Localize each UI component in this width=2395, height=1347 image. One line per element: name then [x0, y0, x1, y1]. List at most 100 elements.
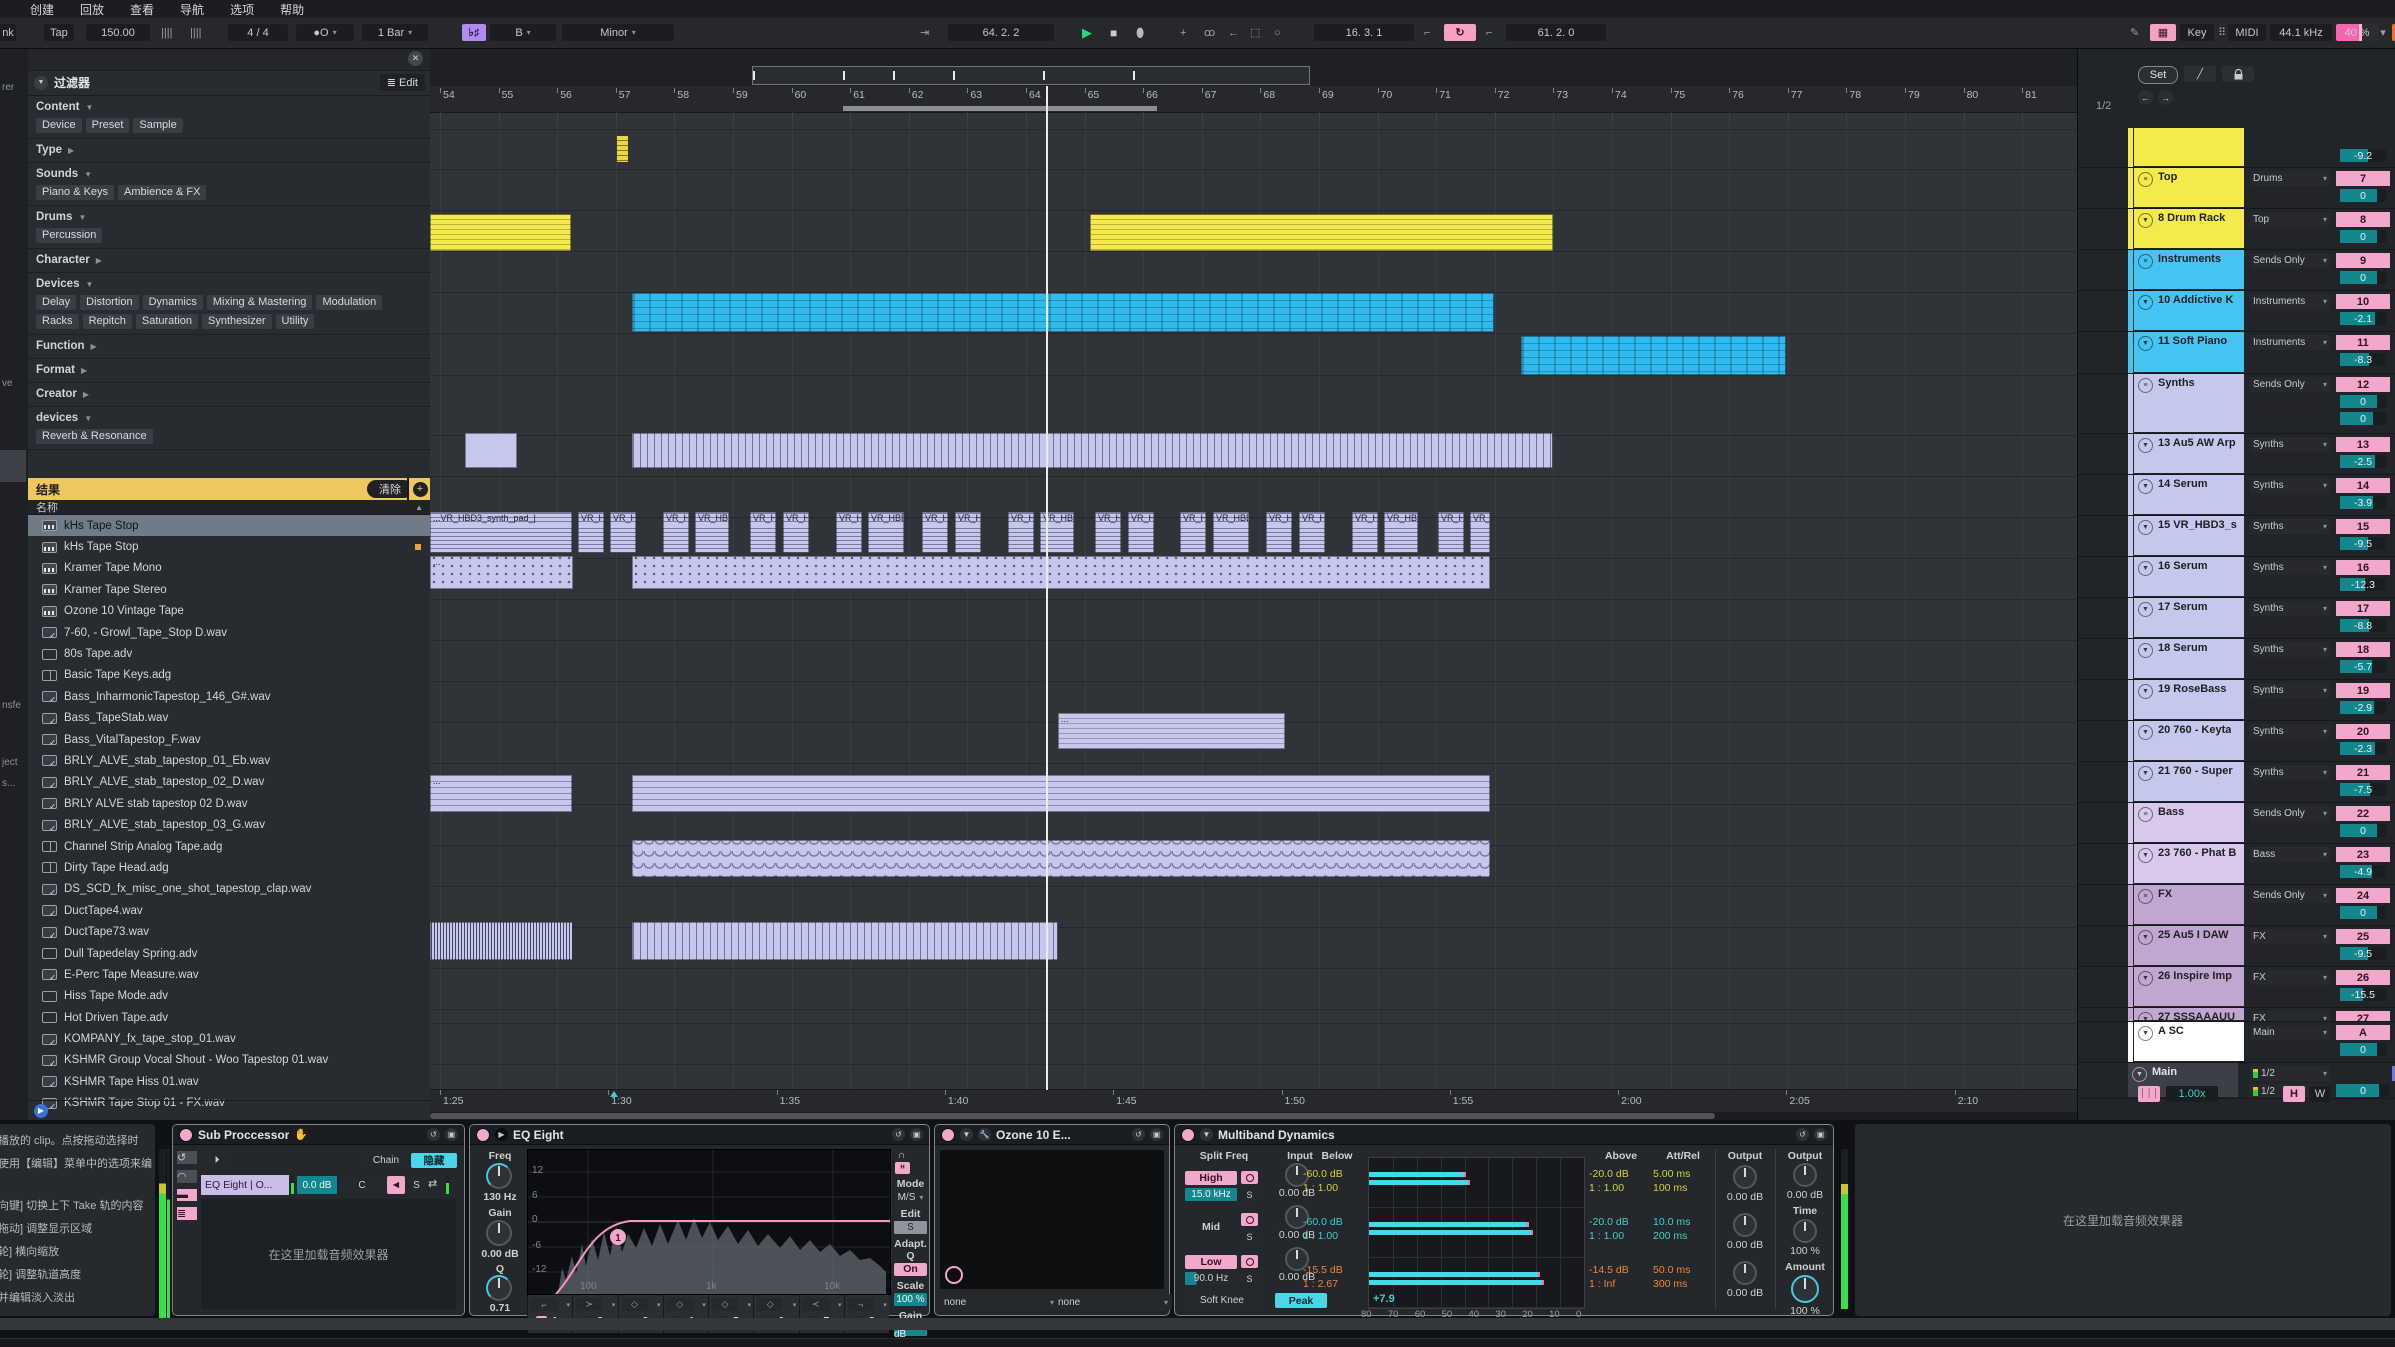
loop-region[interactable] — [843, 106, 1157, 111]
track-row[interactable]: ▼25 Au5 I DAWFX▾25-9.5 — [2078, 926, 2395, 967]
arrangement-clip[interactable]: VR_H — [610, 512, 636, 553]
track-row[interactable]: ▼27 SSSAAAUUFX▾27 — [2078, 1008, 2395, 1022]
low-band-button[interactable]: Low — [1185, 1255, 1237, 1269]
list-item[interactable]: Bass_InharmonicTapestop_146_G#.wav — [28, 686, 431, 707]
devices-view-icon[interactable]: ≣ — [177, 1207, 197, 1220]
routing-select[interactable]: 1/2▾ — [2250, 1066, 2330, 1081]
locator-flag[interactable] — [617, 136, 628, 162]
band-value[interactable]: -20.0 dB — [1589, 1215, 1629, 1229]
track-activator-number[interactable]: 18 — [2336, 642, 2390, 657]
track-name-box[interactable]: ≡Top — [2134, 168, 2244, 207]
key-signature-button[interactable]: ♭♯ — [462, 24, 486, 41]
track-activator-number[interactable]: 14 — [2336, 478, 2390, 493]
track-name-box[interactable]: ▼14 Serum — [2134, 475, 2244, 514]
track-name-box[interactable]: ≡FX — [2134, 885, 2244, 924]
arrangement-clip[interactable]: VR_H — [1180, 512, 1206, 553]
arrangement-clip[interactable] — [430, 214, 571, 251]
arrangement-clip[interactable]: VR_H — [1299, 512, 1325, 553]
chain-solo-button[interactable]: S — [408, 1176, 425, 1194]
chain-pan[interactable]: C — [340, 1176, 384, 1194]
track-activator-number[interactable]: 21 — [2336, 765, 2390, 780]
fold-icon[interactable]: ▼ — [2138, 1012, 2153, 1022]
routing-select[interactable]: Synths▾ — [2250, 765, 2330, 780]
track-row[interactable]: ▼13 Au5 AW ArpSynths▾13-2.5 — [2078, 434, 2395, 475]
device-activator[interactable] — [179, 1128, 193, 1142]
band-value[interactable]: -14.5 dB — [1589, 1263, 1629, 1277]
fold-icon[interactable]: ▼ — [2138, 295, 2153, 310]
track-row[interactable]: ▼17 SerumSynths▾17-8.8 — [2078, 598, 2395, 639]
save-preset-icon[interactable]: ▣ — [445, 1128, 458, 1141]
routing-select[interactable]: Sends Only▾ — [2250, 377, 2330, 392]
track-name-box[interactable]: ▼23 760 - Phat B — [2134, 844, 2244, 883]
track-volume-field[interactable]: -4.9 — [2340, 865, 2386, 878]
track-name-box[interactable]: ▼11 Soft Piano — [2134, 332, 2244, 372]
list-item[interactable]: BRLY ALVE stab tapestop 02 D.wav — [28, 793, 431, 814]
track-activator-number[interactable]: 22 — [2336, 806, 2390, 821]
filter-section-header[interactable]: Format▶ — [36, 363, 423, 377]
arrangement-clip[interactable]: VR_H — [1095, 512, 1121, 553]
scrollbar-thumb[interactable] — [430, 1113, 1715, 1119]
list-item[interactable]: Dull Tapedelay Spring.adv — [28, 943, 431, 964]
track-row[interactable]: ▼26 Inspire ImpFX▾26-15.5 — [2078, 967, 2395, 1008]
punch-out-button[interactable]: ⌐ — [1480, 24, 1498, 41]
spectrum-icon[interactable]: ᵸ — [895, 1162, 910, 1174]
arrangement-clip[interactable] — [465, 433, 517, 468]
chevron-down-icon[interactable]: ▾ — [2378, 24, 2388, 41]
scale-value[interactable]: 100 % — [894, 1293, 927, 1306]
track-row[interactable]: ▼19 RoseBassSynths▾19-2.9 — [2078, 680, 2395, 721]
track-volume-field[interactable]: -15.5 — [2340, 988, 2386, 1001]
band-value[interactable]: 1 : 2.67 — [1303, 1277, 1343, 1291]
routing-select[interactable]: Sends Only▾ — [2250, 253, 2330, 268]
low-split-freq[interactable]: 90.0 Hz — [1185, 1272, 1237, 1285]
filter-section-header[interactable]: Drums▼ — [36, 210, 423, 224]
chain-activator-speaker-icon[interactable]: ◄ — [387, 1176, 405, 1194]
routing-select[interactable]: FX▾ — [2250, 929, 2330, 944]
track-width-button[interactable]: W — [2309, 1086, 2331, 1102]
track-volume-field[interactable]: -8.3 — [2340, 353, 2386, 366]
list-item[interactable]: Ozone 10 Vintage Tape — [28, 601, 431, 622]
arrangement-clip[interactable]: VR_HBD — [868, 512, 904, 553]
device-ozone-10[interactable]: ▼ 🔧 Ozone 10 E... ↺ ▣ none▾ none▾ — [934, 1124, 1170, 1316]
arrangement-clip[interactable]: VR_H — [922, 512, 948, 553]
routing-select[interactable]: Instruments▾ — [2250, 335, 2330, 350]
follow-button[interactable]: ⇥ — [914, 24, 935, 41]
menu-item[interactable]: 回放 — [80, 1, 104, 18]
arrangement-view[interactable]: 5455565758596061626364656667686970717273… — [430, 48, 2077, 1120]
track-row[interactable]: ▼23 760 - Phat BBass▾23-4.9 — [2078, 844, 2395, 885]
punch-in-button[interactable]: ⌐ — [1418, 24, 1436, 41]
device-title-bar[interactable]: ▼ 🔧 Ozone 10 E... ↺ ▣ — [935, 1125, 1169, 1145]
high-band-power-icon[interactable] — [1241, 1171, 1258, 1184]
track-volume-field[interactable]: -2.5 — [2340, 455, 2386, 468]
routing-select[interactable]: Sends Only▾ — [2250, 888, 2330, 903]
filter-chip[interactable]: Ambience & FX — [118, 185, 206, 200]
arrangement-clip[interactable]: VR_H — [578, 512, 604, 553]
arrangement-clip[interactable] — [1521, 336, 1786, 375]
macro-variations-icon[interactable]: ↺ — [177, 1151, 197, 1164]
low-band-power-icon[interactable] — [1241, 1255, 1258, 1268]
list-item[interactable]: DuctTape73.wav — [28, 921, 431, 942]
list-item[interactable]: Bass_VitalTapestop_F.wav — [28, 729, 431, 750]
band-value[interactable]: -60.0 dB — [1303, 1215, 1343, 1229]
expand-icon[interactable]: ▶ — [495, 1128, 508, 1141]
filter-chip[interactable]: Dynamics — [143, 295, 203, 310]
next-locator-button[interactable]: → — [2158, 90, 2173, 105]
mode-select[interactable]: M/S▾ — [894, 1191, 927, 1204]
band-value[interactable]: 5.00 ms — [1653, 1167, 1690, 1181]
device-panel-scrollbar[interactable] — [0, 1318, 2395, 1330]
scale-menu[interactable]: Minor▾ — [562, 24, 674, 41]
arrangement-clip[interactable] — [632, 556, 1490, 589]
fold-icon[interactable]: ▼ — [2138, 684, 2153, 699]
filter-chip[interactable]: Repitch — [83, 314, 132, 329]
band-value[interactable]: 100 ms — [1653, 1181, 1690, 1195]
capture-midi-button[interactable]: ⬚ — [1244, 24, 1266, 41]
save-preset-icon[interactable]: ▣ — [1150, 1128, 1163, 1141]
routing-select[interactable]: Instruments▾ — [2250, 294, 2330, 309]
device-drop-area[interactable]: 在这里加载音频效果器 — [201, 1199, 456, 1309]
peak-rms-button[interactable]: Peak — [1275, 1293, 1327, 1308]
metronome-button[interactable]: ●O▾ — [296, 24, 354, 41]
track-name-box[interactable]: ▼10 Addictive K — [2134, 291, 2244, 330]
track-name-box[interactable]: ▼26 Inspire Imp — [2134, 967, 2244, 1006]
track-name-box[interactable]: ▼25 Au5 I DAW — [2134, 926, 2244, 965]
track-activator-number[interactable]: 10 — [2336, 294, 2390, 309]
track-row[interactable]: ▼15 VR_HBD3_sSynths▾15-9.5 — [2078, 516, 2395, 557]
